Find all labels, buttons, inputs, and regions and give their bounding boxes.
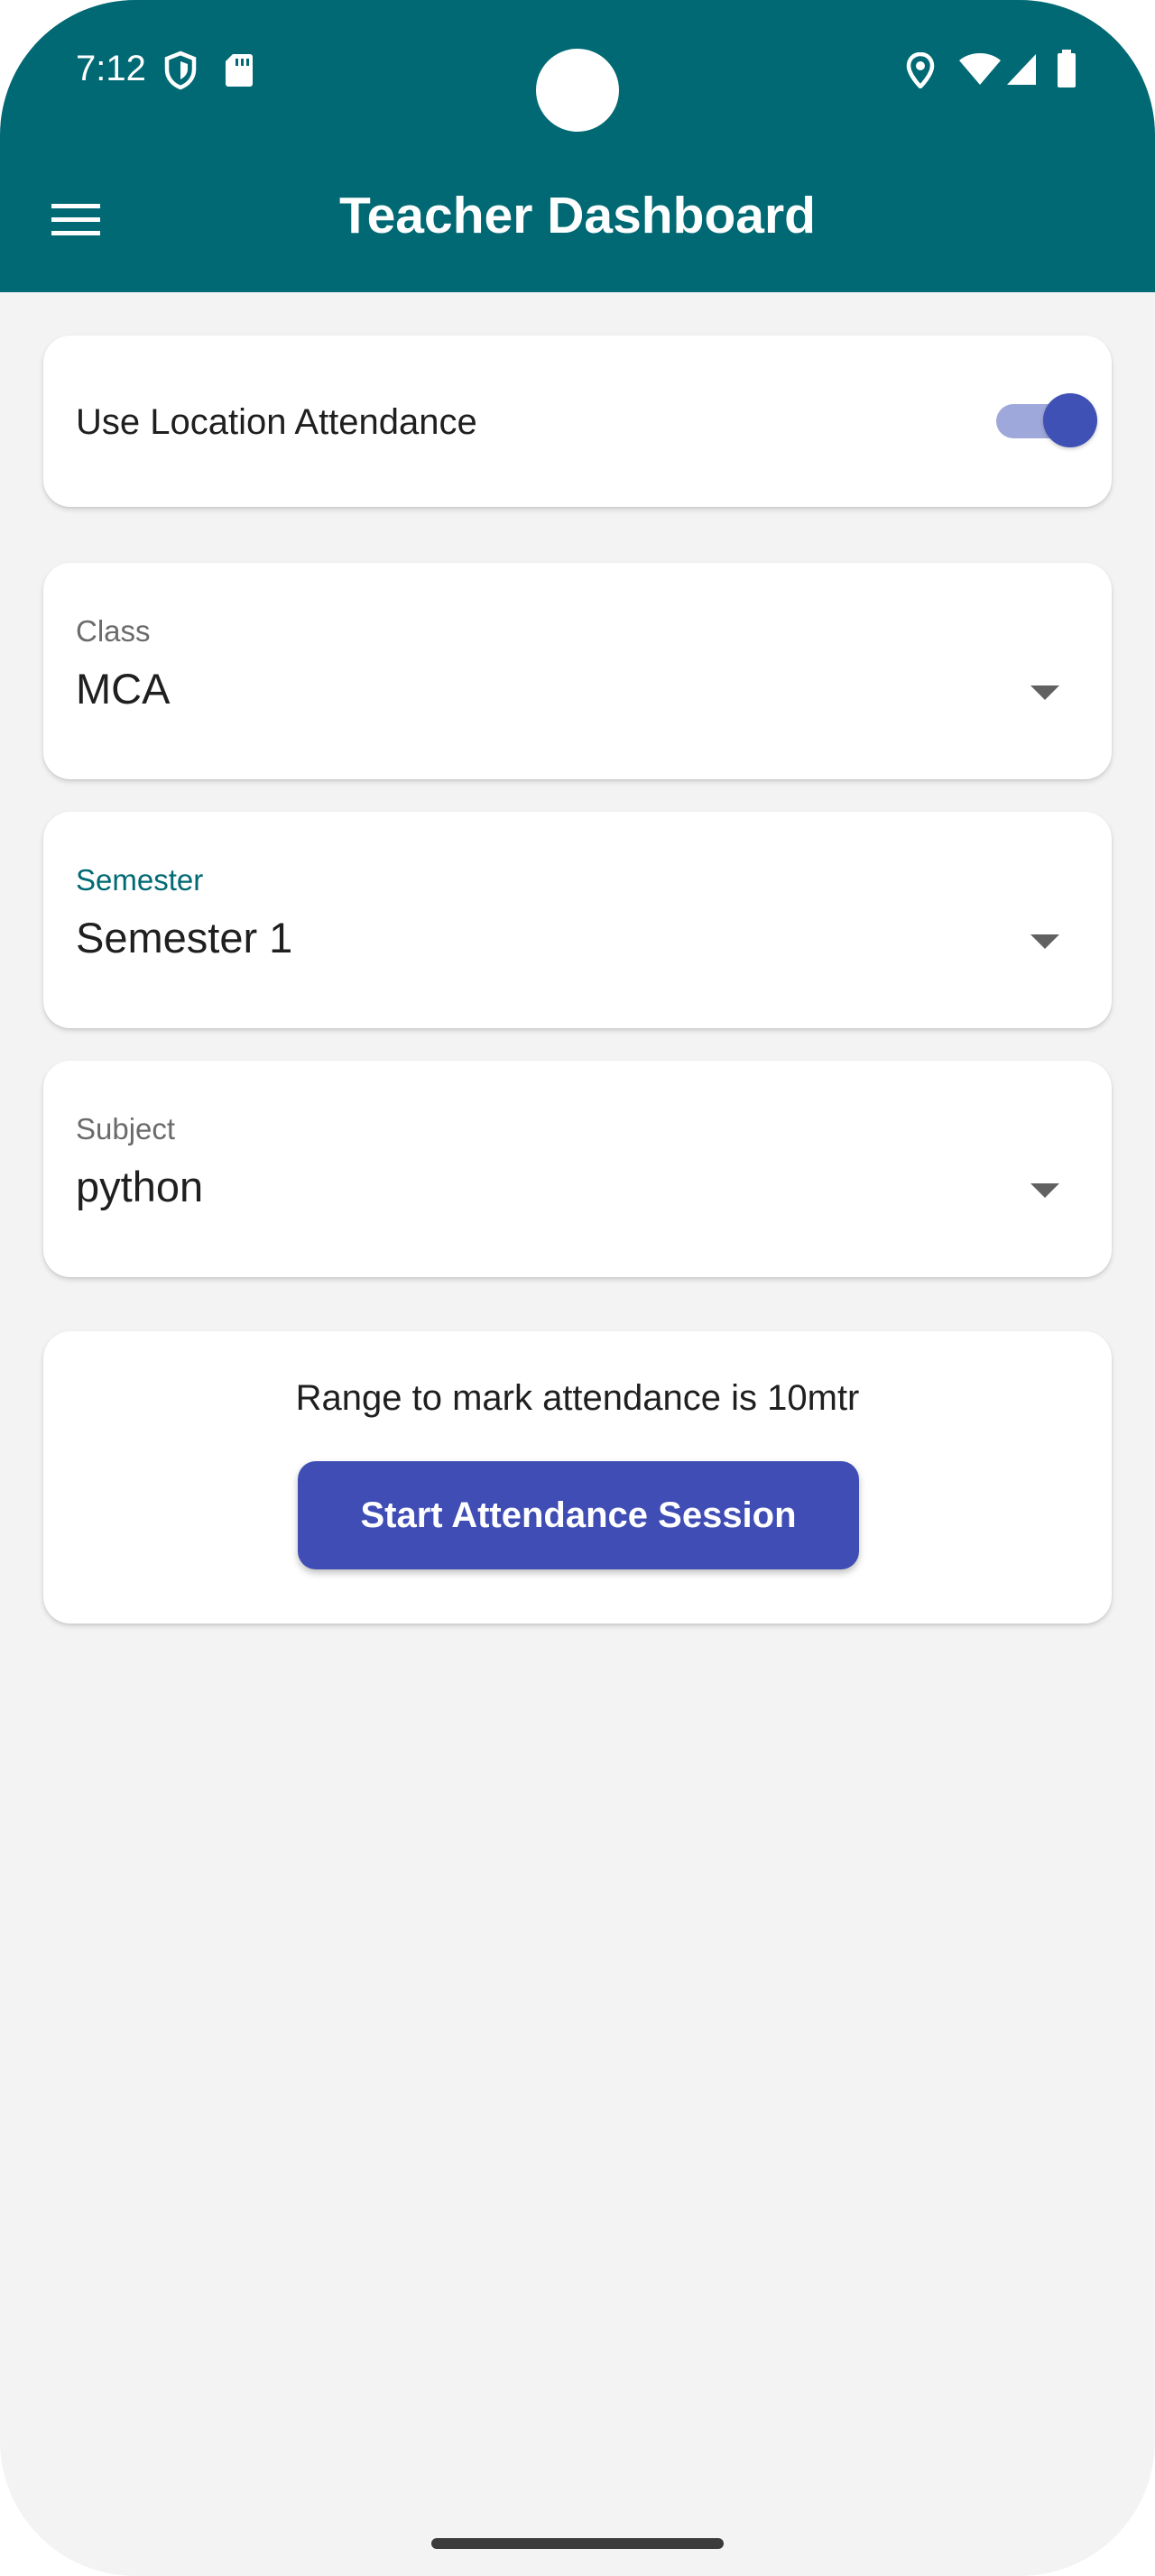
signal-icon [1007, 54, 1036, 85]
home-indicator[interactable] [431, 2538, 724, 2549]
attendance-session-card: Range to mark attendance is 10mtr Start … [43, 1331, 1112, 1624]
wifi-icon [959, 53, 1001, 85]
subject-dropdown[interactable]: Subject python [43, 1061, 1112, 1277]
dropdown-arrow-icon [1030, 934, 1059, 949]
switch-thumb [1043, 393, 1097, 447]
class-dropdown[interactable]: Class MCA [43, 563, 1112, 779]
location-attendance-card: Use Location Attendance [43, 336, 1112, 507]
class-dropdown-value: MCA [76, 665, 171, 713]
start-attendance-session-button[interactable]: Start Attendance Session [298, 1461, 859, 1569]
phone-screen: 7:12 Teacher Dashboard Use Location Atte… [0, 0, 1155, 2576]
subject-dropdown-label: Subject [76, 1112, 176, 1145]
location-icon [906, 52, 935, 88]
semester-dropdown-value: Semester 1 [76, 914, 293, 961]
camera-cutout [536, 49, 619, 132]
semester-dropdown-label: Semester [76, 863, 204, 897]
page-title: Teacher Dashboard [339, 187, 816, 244]
top-app-area: 7:12 Teacher Dashboard [0, 0, 1155, 292]
range-info-text: Range to mark attendance is 10mtr [295, 1378, 860, 1418]
class-dropdown-label: Class [76, 614, 151, 648]
location-attendance-switch[interactable] [953, 391, 1097, 449]
semester-dropdown[interactable]: Semester Semester 1 [43, 812, 1112, 1028]
location-toggle-label: Use Location Attendance [76, 402, 477, 442]
app-bar: Teacher Dashboard [0, 140, 1155, 292]
sd-card-icon [226, 54, 253, 87]
dropdown-arrow-icon [1030, 1183, 1059, 1198]
battery-icon [1058, 50, 1076, 87]
dropdown-arrow-icon [1030, 685, 1059, 700]
subject-dropdown-value: python [76, 1163, 204, 1210]
status-time: 7:12 [76, 49, 146, 88]
shield-icon [164, 51, 197, 90]
